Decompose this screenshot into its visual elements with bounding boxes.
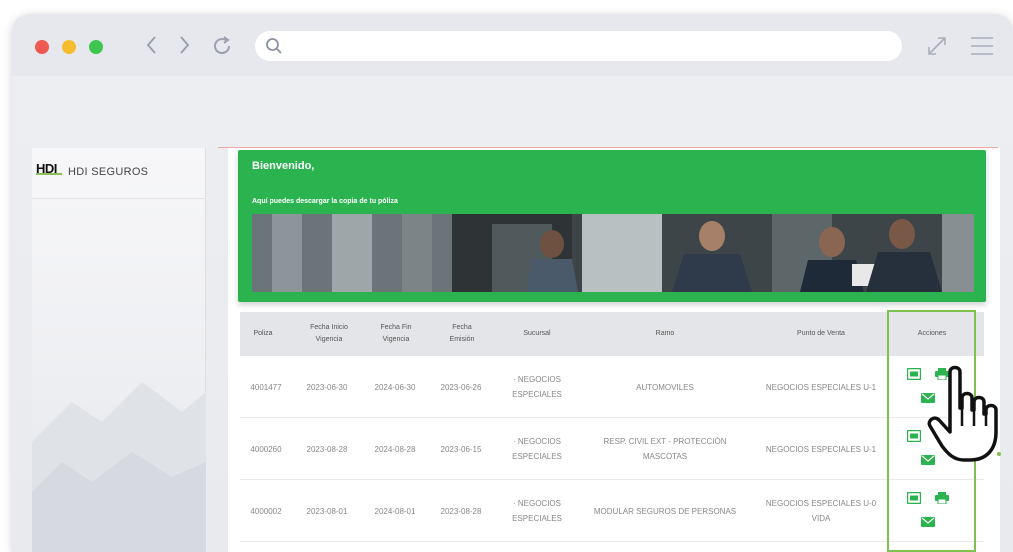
cell-text: VIDA: [811, 514, 831, 523]
welcome-banner: Bienvenido, Aquí puedes descargar la cop…: [238, 150, 986, 302]
address-bar[interactable]: [255, 31, 902, 61]
logo-underline: [36, 173, 62, 175]
header-label: Fecha Inicio: [310, 324, 348, 331]
cell-text: 2023-06-26: [440, 382, 482, 392]
cell-text: 2024-08-28: [374, 444, 416, 454]
hamburger-menu-icon[interactable]: [970, 36, 994, 61]
cell-text: NEGOCIOS ESPECIALES U-1: [765, 382, 877, 392]
column-header-ramo[interactable]: Ramo: [580, 312, 750, 356]
cell-ramo: RESP. CIVIL EXT - PROTECCIÓN MASCOTAS: [580, 418, 750, 480]
minimize-window-button[interactable]: [62, 40, 76, 54]
expand-icon[interactable]: [926, 35, 948, 62]
back-arrow-icon[interactable]: [144, 34, 160, 61]
cell-text: 4000002: [250, 506, 282, 516]
header-label: Sucursal: [523, 330, 551, 337]
cell-sucursal: · NEGOCIOS ESPECIALES: [502, 480, 572, 542]
cell-text: NEGOCIOS ESPECIALES U-1: [765, 444, 877, 454]
cell-text: MASCOTAS: [642, 452, 688, 461]
cell-text: 2023-06-15: [440, 444, 482, 454]
cell-fecha-inicio: 2023-06-30: [294, 356, 360, 418]
header-label: Fecha: [452, 324, 472, 331]
cell-text: 2024-08-01: [374, 506, 416, 516]
cell-poliza: 4001477: [240, 356, 292, 418]
cell-fecha-emision: 2023-08-28: [428, 480, 494, 542]
header-label: Fecha Fin: [380, 324, 412, 331]
table-row: 4000260 2023-08-28 2024-08-28 2023-06-15…: [240, 418, 984, 480]
address-input[interactable]: [289, 35, 889, 57]
cell-fecha-emision: 2023-06-26: [428, 356, 494, 418]
cell-text: NEGOCIOS ESPECIALES U-0: [765, 499, 877, 508]
welcome-title: Bienvenido,: [252, 160, 315, 172]
cell-text: 4001477: [250, 382, 282, 392]
indicator-dot: [997, 452, 1001, 456]
cell-text: MODULAR SEGUROS DE PERSONAS: [593, 506, 737, 516]
table-row: 4001477 2023-06-30 2024-06-30 2023-06-26…: [240, 356, 984, 418]
cell-text: 4000260: [250, 444, 282, 454]
hdi-logo: HDI: [36, 160, 62, 178]
cell-text: · NEGOCIOS: [512, 437, 561, 446]
cell-text: ESPECIALES: [512, 390, 562, 399]
cell-poliza: 4000002: [240, 480, 292, 542]
cell-punto-de-venta: NEGOCIOS ESPECIALES U-1: [754, 418, 888, 480]
table-header: Poliza Fecha Inicio Vigencia Fecha Fin V…: [240, 312, 984, 356]
page-viewport: HDI HDI SEGUROS Bienvenido, Aquí puedes …: [12, 76, 1013, 552]
divider: [32, 198, 206, 199]
header-label: Poliza: [253, 330, 273, 337]
column-header-fecha-fin[interactable]: Fecha Fin Vigencia: [366, 312, 426, 356]
cell-text: RESP. CIVIL EXT - PROTECCIÓN: [603, 437, 727, 446]
cell-fecha-fin: 2024-08-01: [364, 480, 426, 542]
cell-text: 2024-06-30: [374, 382, 416, 392]
column-header-punto-de-venta[interactable]: Punto de Venta: [754, 312, 888, 356]
sidebar: HDI HDI SEGUROS: [32, 148, 206, 552]
cell-text: · NEGOCIOS: [512, 499, 561, 508]
cell-sucursal: · NEGOCIOS ESPECIALES: [502, 418, 572, 480]
cell-fecha-fin: 2024-06-30: [364, 356, 426, 418]
close-window-button[interactable]: [35, 40, 49, 54]
browser-window: HDI HDI SEGUROS Bienvenido, Aquí puedes …: [12, 14, 1013, 552]
cell-punto-de-venta: NEGOCIOS ESPECIALES U-0 VIDA: [754, 480, 888, 542]
maximize-window-button[interactable]: [89, 40, 103, 54]
policies-table: Poliza Fecha Inicio Vigencia Fecha Fin V…: [240, 312, 984, 552]
cell-ramo: MODULAR SEGUROS DE PERSONAS: [580, 480, 750, 542]
cell-text: ESPECIALES: [512, 452, 562, 461]
column-header-fecha-emision[interactable]: Fecha Emisión: [432, 312, 492, 356]
header-label: Ramo: [655, 330, 675, 337]
cell-ramo: AUTOMOVILES: [580, 356, 750, 418]
cell-text: 2023-08-01: [306, 506, 348, 516]
cell-poliza: 4000260: [240, 418, 292, 480]
cell-punto-de-venta: NEGOCIOS ESPECIALES U-1: [754, 356, 888, 418]
column-header-fecha-inicio[interactable]: Fecha Inicio Vigencia: [298, 312, 360, 356]
browser-toolbar: [12, 14, 1013, 76]
company-name: HDI SEGUROS: [68, 166, 149, 178]
main-content: Bienvenido, Aquí puedes descargar la cop…: [228, 148, 1000, 552]
header-label: Vigencia: [382, 336, 410, 343]
cell-text: 2023-06-30: [306, 382, 348, 392]
header-label: Punto de Venta: [797, 330, 845, 337]
reload-icon[interactable]: [210, 34, 234, 63]
column-header-poliza[interactable]: Poliza: [240, 312, 286, 356]
cell-text: AUTOMOVILES: [636, 382, 694, 392]
welcome-subtitle: Aquí puedes descargar la copia de tu pól…: [252, 198, 398, 205]
office-meeting-photo: [252, 214, 974, 292]
header-label: Vigencia: [315, 336, 343, 343]
mountain-background-image: [32, 382, 206, 552]
forward-arrow-icon[interactable]: [176, 34, 192, 61]
hand-cursor-icon: [927, 365, 998, 462]
cell-fecha-inicio: 2023-08-28: [294, 418, 360, 480]
column-header-sucursal[interactable]: Sucursal: [502, 312, 572, 356]
cell-sucursal: · NEGOCIOS ESPECIALES: [502, 356, 572, 418]
cell-fecha-inicio: 2023-08-01: [294, 480, 360, 542]
cell-text: ESPECIALES: [512, 514, 562, 523]
search-icon: [265, 37, 283, 60]
cell-text: · NEGOCIOS: [512, 375, 561, 384]
table-row: 4000002 2023-08-01 2024-08-01 2023-08-28…: [240, 480, 984, 542]
cell-fecha-fin: 2024-08-28: [364, 418, 426, 480]
header-label: Emisión: [449, 336, 475, 343]
cell-fecha-emision: 2023-06-15: [428, 418, 494, 480]
cell-text: 2023-08-28: [306, 444, 348, 454]
cell-text: 2023-08-28: [440, 506, 482, 516]
